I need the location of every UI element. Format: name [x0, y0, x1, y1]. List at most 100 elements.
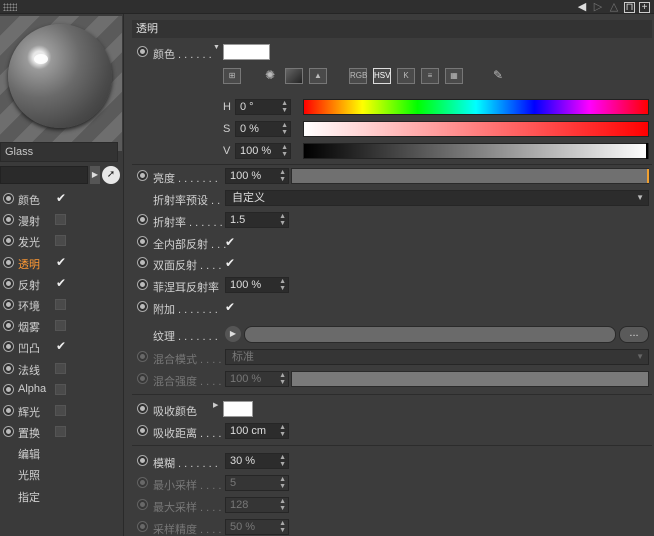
material-link-arrow-icon[interactable]: ▶	[90, 166, 100, 184]
radio-icon[interactable]	[3, 383, 14, 395]
texture-more-button[interactable]: ...	[619, 326, 649, 343]
radio-icon[interactable]	[137, 46, 148, 57]
radio-icon[interactable]	[3, 256, 14, 268]
checkbox[interactable]: ✔	[55, 192, 66, 204]
radio-icon[interactable]	[137, 236, 148, 247]
channel-fog[interactable]: 烟雾	[0, 315, 122, 336]
radio-icon[interactable]	[3, 320, 14, 332]
checkbox[interactable]: ✔	[55, 256, 66, 268]
radio-icon[interactable]	[137, 477, 148, 488]
radio-icon[interactable]	[137, 499, 148, 510]
lock-icon[interactable]: ⊓	[624, 1, 635, 13]
radio-icon[interactable]	[137, 425, 148, 436]
double-sided-checkbox[interactable]: ✔	[225, 256, 235, 270]
brightness-slider[interactable]	[291, 168, 649, 184]
hue-input[interactable]: 0 ° ▲ ▼	[235, 99, 291, 115]
channel-diffusion[interactable]: 漫射	[0, 209, 122, 230]
radio-icon[interactable]	[137, 279, 148, 290]
material-name-field[interactable]: Glass	[0, 142, 118, 162]
absorption-color-swatch[interactable]	[223, 401, 253, 417]
channel-color[interactable]: 颜色 ✔	[0, 188, 122, 209]
radio-icon[interactable]	[3, 404, 14, 416]
ior-input[interactable]: 1.5 ▲ ▼	[225, 212, 289, 228]
max-samples-input[interactable]: 128 ▲ ▼	[225, 497, 289, 513]
new-panel-icon[interactable]: +	[639, 1, 650, 13]
radio-icon[interactable]	[3, 341, 14, 353]
hue-slider[interactable]	[303, 99, 649, 115]
material-preview[interactable]	[0, 16, 122, 151]
checkbox[interactable]: ✔	[55, 277, 66, 289]
picker-icon[interactable]: ➚	[102, 166, 120, 184]
radio-icon[interactable]	[137, 351, 148, 362]
forward-arrow-icon[interactable]: ▷	[592, 1, 604, 13]
rgb-mode-button[interactable]: RGB	[349, 68, 367, 84]
checkbox[interactable]	[55, 214, 66, 226]
blend-mode-dropdown[interactable]: 标准 ▼	[225, 349, 649, 365]
radio-icon[interactable]	[137, 301, 148, 312]
channel-alpha[interactable]: Alpha	[0, 379, 122, 400]
gradient-icon[interactable]	[285, 68, 303, 84]
channel-transparency[interactable]: 透明 ✔	[0, 252, 122, 273]
blend-strength-input[interactable]: 100 % ▲ ▼	[225, 371, 289, 387]
texture-menu-arrow-icon[interactable]: ▶	[225, 326, 241, 342]
expand-triangle-icon[interactable]: ▶	[213, 401, 218, 409]
sample-precision-input[interactable]: 50 % ▲ ▼	[225, 519, 289, 535]
grip-handle[interactable]	[3, 3, 17, 11]
radio-icon[interactable]	[3, 362, 14, 374]
saturation-slider[interactable]	[303, 121, 649, 137]
checkbox[interactable]	[55, 235, 66, 247]
radio-icon[interactable]	[137, 521, 148, 532]
ior-preset-dropdown[interactable]: 自定义 ▼	[225, 190, 649, 206]
swatches-icon[interactable]: ▦	[445, 68, 463, 84]
eyedropper-icon[interactable]: ✎	[489, 68, 507, 84]
hsv-mode-button[interactable]: HSV	[373, 68, 391, 84]
image-picker-icon[interactable]: ▲	[309, 68, 327, 84]
additive-checkbox[interactable]: ✔	[225, 300, 235, 314]
checkbox[interactable]	[55, 404, 66, 416]
back-arrow-icon[interactable]: ◀	[576, 1, 588, 13]
checkbox[interactable]	[55, 426, 66, 438]
checkbox[interactable]	[55, 320, 66, 332]
radio-icon[interactable]	[3, 214, 14, 226]
kelvin-mode-button[interactable]: K	[397, 68, 415, 84]
channel-reflectance[interactable]: 反射 ✔	[0, 273, 122, 294]
channel-displacement[interactable]: 置换	[0, 421, 122, 442]
material-link-input[interactable]	[0, 166, 88, 184]
checkbox[interactable]	[55, 298, 66, 310]
channel-bump[interactable]: 凹凸 ✔	[0, 336, 122, 357]
checkbox[interactable]	[55, 362, 66, 374]
value-slider[interactable]	[303, 143, 649, 159]
brightness-input[interactable]: 100 % ▲ ▼	[225, 168, 289, 184]
blur-input[interactable]: 30 % ▲ ▼	[225, 453, 289, 469]
color-swatch[interactable]	[223, 44, 270, 60]
checkbox[interactable]	[55, 383, 66, 395]
radio-icon[interactable]	[137, 373, 148, 384]
min-samples-input[interactable]: 5 ▲ ▼	[225, 475, 289, 491]
channel-luminance[interactable]: 发光	[0, 230, 122, 251]
channel-environment[interactable]: 环境	[0, 294, 122, 315]
item-assignment[interactable]: 指定	[0, 485, 122, 506]
wheel-picker-icon[interactable]: ⊞	[223, 68, 241, 84]
item-editor[interactable]: 编辑	[0, 442, 122, 463]
radio-icon[interactable]	[3, 235, 14, 247]
channel-glow[interactable]: 辉光	[0, 400, 122, 421]
texture-slot[interactable]	[244, 326, 616, 343]
radio-icon[interactable]	[137, 257, 148, 268]
value-input[interactable]: 100 % ▲ ▼	[235, 143, 291, 159]
checkbox[interactable]: ✔	[55, 340, 66, 352]
expand-triangle-icon[interactable]: ▼	[213, 44, 220, 51]
radio-icon[interactable]	[3, 426, 14, 438]
saturation-input[interactable]: 0 % ▲ ▼	[235, 121, 291, 137]
up-arrow-icon[interactable]: △	[608, 1, 620, 13]
radio-icon[interactable]	[137, 403, 148, 414]
channel-normal[interactable]: 法线	[0, 358, 122, 379]
radio-icon[interactable]	[3, 193, 14, 204]
radio-icon[interactable]	[137, 170, 148, 181]
total-internal-checkbox[interactable]: ✔	[225, 235, 235, 249]
radio-icon[interactable]	[137, 214, 148, 225]
blend-strength-slider[interactable]	[291, 371, 649, 387]
fresnel-input[interactable]: 100 % ▲ ▼	[225, 277, 289, 293]
mixer-icon[interactable]: ≡	[421, 68, 439, 84]
radio-icon[interactable]	[3, 277, 14, 289]
item-illumination[interactable]: 光照	[0, 463, 122, 484]
